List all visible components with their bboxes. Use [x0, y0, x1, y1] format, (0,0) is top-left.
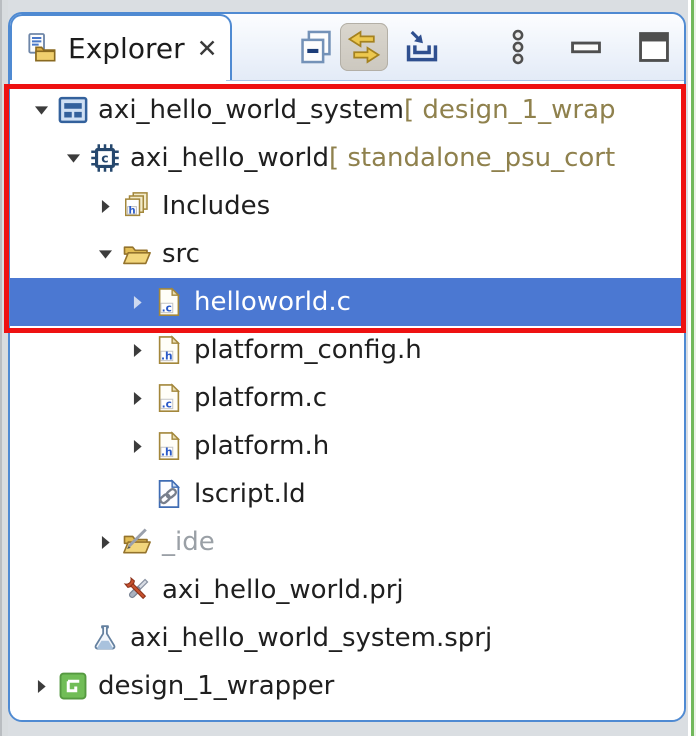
maximize-icon [635, 28, 673, 66]
platform-project-icon [58, 671, 88, 701]
tree-item-axi_hello_world[interactable]: c axi_hello_world [ standalone_psu_cort [10, 134, 684, 182]
tree-item-axi_hello_world_system[interactable]: axi_hello_world_system [ design_1_wrap [10, 86, 684, 134]
link-with-editor-button[interactable] [340, 23, 388, 71]
tree-item-label: platform.c [194, 383, 328, 413]
workbench-background: Explorer ✕ axi_hello_world_system [ desi… [0, 0, 696, 736]
tree-item-label: helloworld.c [194, 287, 351, 317]
minimize-icon [567, 28, 605, 66]
ide-folder-icon [122, 527, 152, 557]
tree-item-design_1_wrapper[interactable]: design_1_wrapper [10, 662, 684, 710]
collapse-arrow-icon[interactable] [56, 149, 90, 168]
expand-arrow-icon[interactable] [120, 437, 154, 456]
tree-item-helloworld.c[interactable]: .c helloworld.c [10, 278, 684, 326]
adjacent-view-edge [688, 0, 696, 736]
tree-item-label: design_1_wrapper [98, 671, 335, 701]
tree-item-platform.c[interactable]: .c platform.c [10, 374, 684, 422]
open-folder-icon [122, 239, 152, 269]
tree-item-label: lscript.ld [194, 479, 306, 509]
tree-item-axi_hello_world_system.sprj[interactable]: axi_hello_world_system.sprj [10, 614, 684, 662]
svg-text:.c: .c [162, 398, 172, 411]
tree-item-label: axi_hello_world.prj [162, 575, 404, 605]
expand-arrow-icon[interactable] [120, 389, 154, 408]
link-with-editor-icon [345, 28, 383, 66]
tree-item-src[interactable]: src [10, 230, 684, 278]
expand-arrow-icon[interactable] [120, 341, 154, 360]
tree-item-axi_hello_world.prj[interactable]: axi_hello_world.prj [10, 566, 684, 614]
tree-item-_ide[interactable]: _ide [10, 518, 684, 566]
tree-item-suffix: [ standalone_psu_cort [328, 143, 616, 173]
svg-text:h: h [128, 206, 135, 217]
expand-arrow-icon[interactable] [88, 533, 122, 552]
system-project-file-icon [90, 623, 120, 653]
svg-text:.h: .h [161, 446, 173, 459]
h-file-icon: .h [154, 335, 184, 365]
tab-close-icon[interactable]: ✕ [197, 34, 218, 63]
c-file-icon: .c [154, 287, 184, 317]
tree-item-label: axi_hello_world [130, 143, 329, 173]
project-tree: axi_hello_world_system [ design_1_wrapc a… [10, 80, 684, 720]
explorer-view-panel: Explorer ✕ axi_hello_world_system [ desi… [8, 12, 686, 722]
application-project-icon: c [90, 143, 120, 173]
tab-label: Explorer [68, 31, 185, 65]
collapse-all-button[interactable] [292, 23, 340, 71]
tree-item-lscript.ld[interactable]: lscript.ld [10, 470, 684, 518]
includes-icon: h [122, 191, 152, 221]
import-button[interactable] [398, 23, 446, 71]
system-project-icon [58, 95, 88, 125]
collapse-arrow-icon[interactable] [24, 101, 58, 120]
explorer-icon [26, 32, 58, 64]
view-header [226, 14, 684, 81]
expand-arrow-icon[interactable] [24, 677, 58, 696]
tree-item-label: src [162, 239, 200, 269]
tree-item-platform_config.h[interactable]: .h platform_config.h [10, 326, 684, 374]
svg-text:.c: .c [162, 302, 172, 315]
tree-item-label: axi_hello_world_system.sprj [130, 623, 493, 653]
explorer-tab[interactable]: Explorer ✕ [10, 14, 232, 80]
svg-text:c: c [101, 151, 108, 166]
svg-text:.h: .h [161, 350, 173, 363]
arrow-into-tray-icon [403, 28, 441, 66]
project-file-icon [122, 575, 152, 605]
tree-item-label: platform_config.h [194, 335, 422, 365]
linker-script-icon [154, 479, 184, 509]
expand-arrow-icon[interactable] [120, 293, 154, 312]
tree-item-platform.h[interactable]: .h platform.h [10, 422, 684, 470]
collapse-all-icon [297, 28, 335, 66]
h-file-icon: .h [154, 431, 184, 461]
tree-item-label: Includes [162, 191, 271, 221]
left-sash[interactable] [0, 0, 8, 736]
c-file-icon: .c [154, 383, 184, 413]
minimize-button[interactable] [562, 23, 610, 71]
tree-item-label: platform.h [194, 431, 330, 461]
view-toolbar [226, 14, 684, 80]
tree-item-label: _ide [162, 527, 215, 557]
tree-item-suffix: [ design_1_wrap [403, 95, 616, 125]
tree-item-label: axi_hello_world_system [98, 95, 404, 125]
maximize-button[interactable] [630, 23, 678, 71]
collapse-arrow-icon[interactable] [88, 245, 122, 264]
view-menu-icon [499, 28, 537, 66]
tree-item-Includes[interactable]: h Includes [10, 182, 684, 230]
view-menu-button[interactable] [494, 23, 542, 71]
expand-arrow-icon[interactable] [88, 197, 122, 216]
